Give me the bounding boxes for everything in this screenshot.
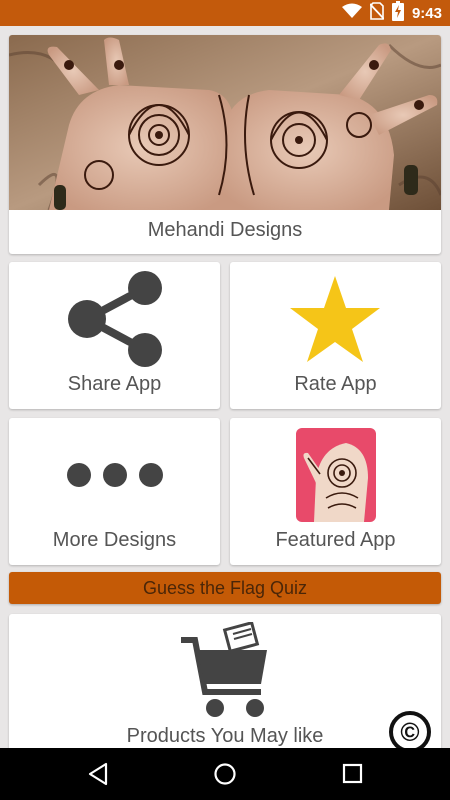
shopping-cart-icon [179,620,273,725]
guess-the-flag-quiz-button[interactable]: Guess the Flag Quiz [9,572,441,604]
products-label: Products You May like [126,725,324,747]
share-app-label: Share App [67,373,162,395]
rate-app-tile[interactable]: Rate App [230,262,441,409]
no-sim-icon [369,1,385,25]
featured-app-tile[interactable]: Featured App [230,418,441,565]
recents-icon[interactable] [341,762,365,786]
rate-app-label: Rate App [294,373,377,395]
more-dots-icon [65,460,165,495]
mehandi-designs-card[interactable]: Mehandi Designs [9,35,441,254]
status-icons: 9:43 [341,0,442,26]
mehandi-hero-image [9,35,441,210]
battery-charging-icon [391,0,404,26]
back-icon[interactable] [86,762,110,786]
status-bar: 9:43 [0,0,450,26]
home-icon[interactable] [213,762,237,786]
star-icon [288,274,382,369]
featured-app-icon [296,428,376,527]
share-app-tile[interactable]: Share App [9,262,220,409]
more-designs-label: More Designs [52,529,177,551]
products-card[interactable]: Products You May like [9,614,441,754]
navigation-bar [0,748,450,800]
share-icon [65,270,165,373]
featured-app-label: Featured App [275,529,396,551]
status-time: 9:43 [411,4,442,22]
copyright-icon[interactable]: © [389,711,431,753]
more-designs-tile[interactable]: More Designs [9,418,220,565]
wifi-icon [341,3,362,24]
mehandi-designs-label: Mehandi Designs [147,219,303,241]
